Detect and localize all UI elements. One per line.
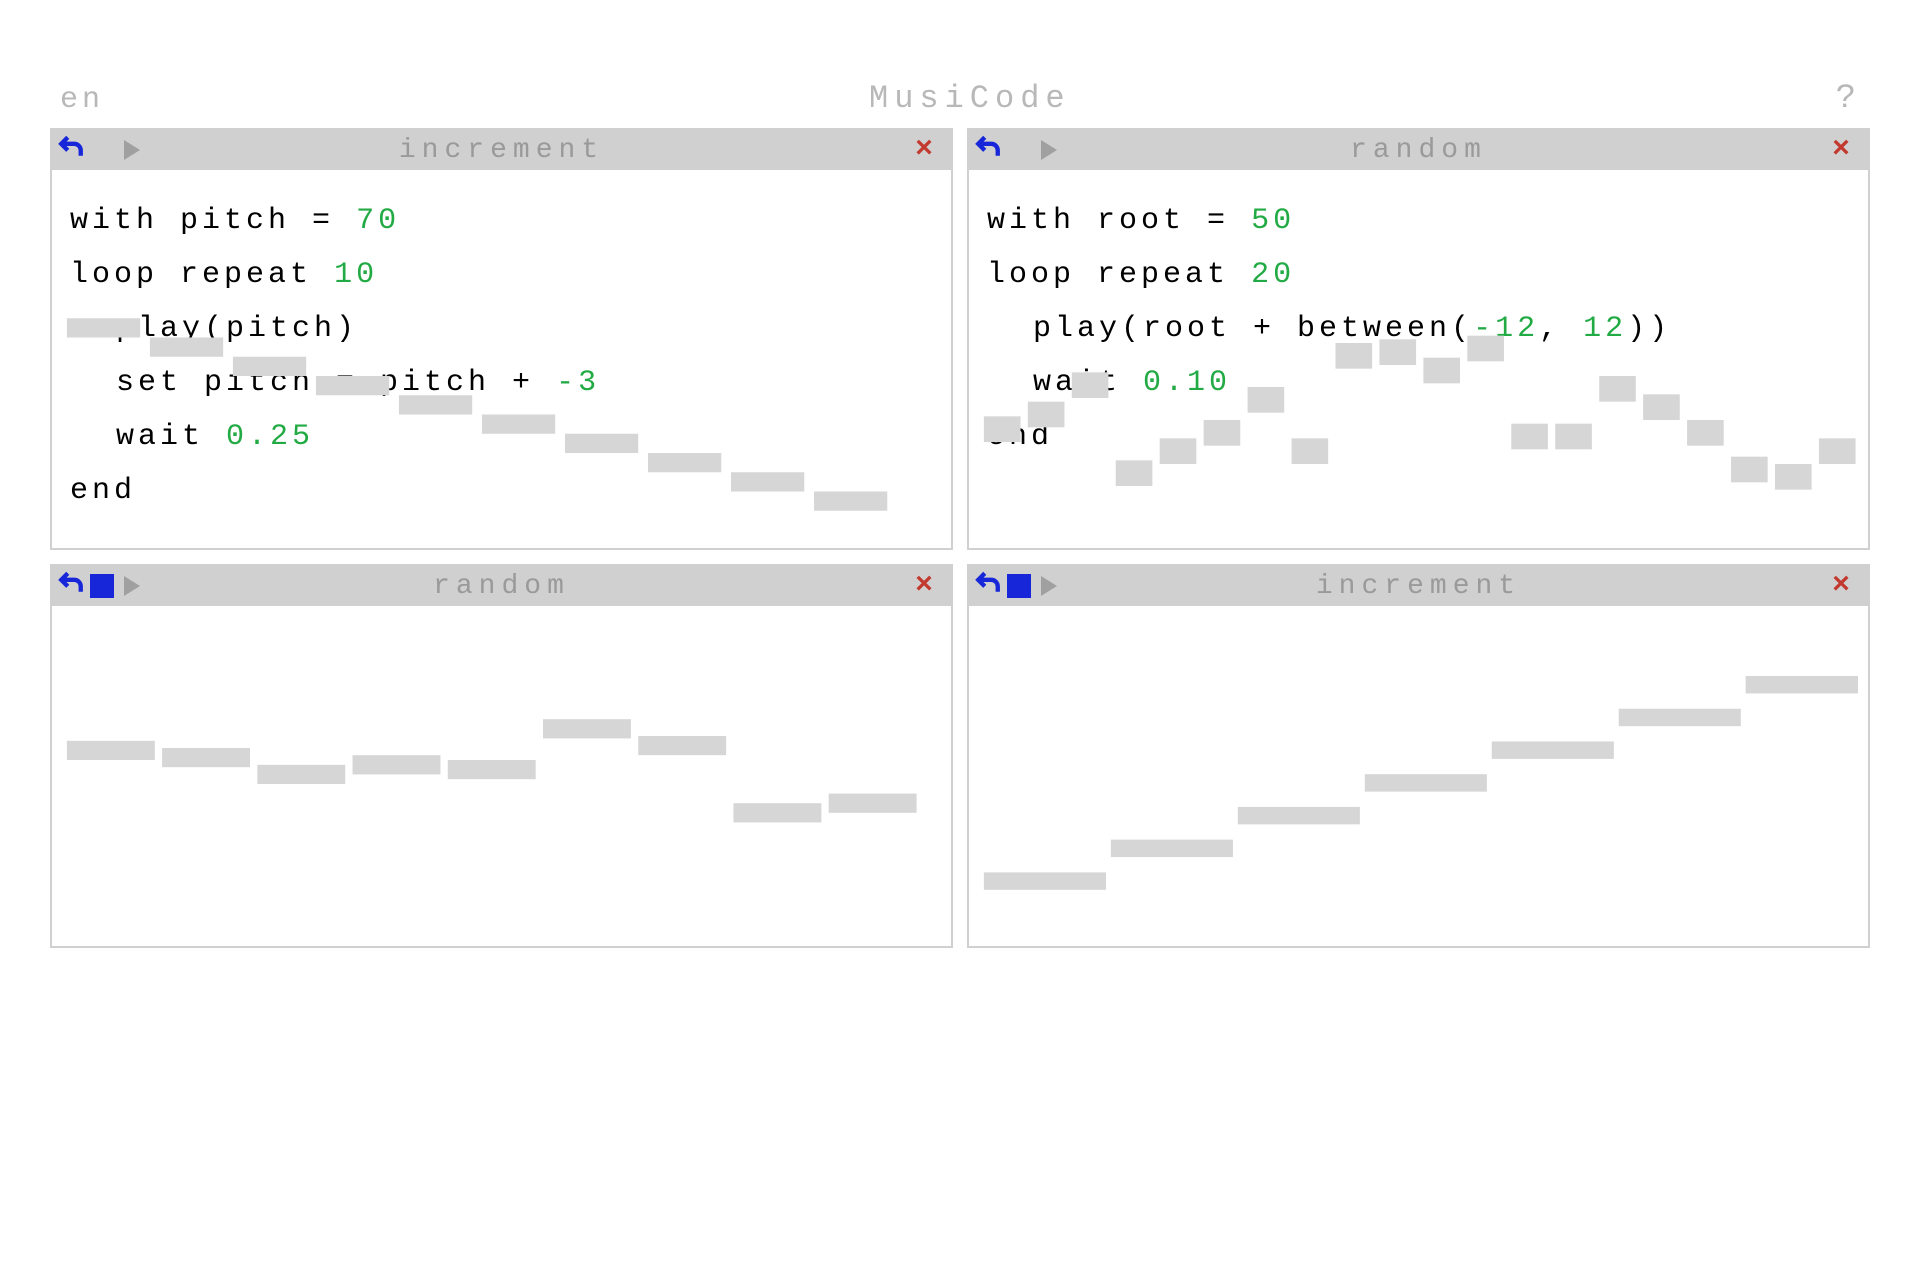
undo-icon[interactable] (975, 569, 1001, 604)
undo-icon[interactable] (975, 133, 1001, 168)
notes-viz (62, 310, 941, 530)
panel-title: random (969, 135, 1868, 166)
close-icon[interactable]: × (915, 569, 937, 603)
panel-header: random × (52, 566, 951, 606)
note-track (52, 310, 951, 530)
note-track (969, 310, 1868, 530)
panel-increment-blocks: increment × (967, 564, 1870, 948)
panel-grid: increment × with pitch = 70 loop repeat … (50, 128, 1870, 948)
undo-icon[interactable] (58, 569, 84, 604)
app-title: MusiCode (869, 80, 1071, 117)
lang-selector[interactable]: en (60, 83, 104, 117)
notes-viz (62, 676, 941, 916)
panel-random-code: random × with root = 50 loop repeat 20 p… (967, 128, 1870, 550)
panel-title: increment (52, 135, 951, 166)
play-icon[interactable] (124, 140, 140, 160)
block-view-icon[interactable] (1007, 574, 1031, 598)
undo-icon[interactable] (58, 133, 84, 168)
panel-random-blocks: random × (50, 564, 953, 948)
code-editor[interactable]: with pitch = 70 loop repeat 10 play(pitc… (52, 170, 951, 548)
code-line: with pitch = 70 (70, 194, 933, 248)
code-editor[interactable]: with root = 50 loop repeat 20 play(root … (969, 170, 1868, 510)
panel-title: random (52, 571, 951, 602)
block-editor[interactable] (969, 606, 1868, 946)
note-track (52, 676, 951, 916)
panel-header: increment × (969, 566, 1868, 606)
play-icon[interactable] (1041, 576, 1057, 596)
play-icon[interactable] (1041, 140, 1057, 160)
panel-header: increment × (52, 130, 951, 170)
panel-title: increment (969, 571, 1868, 602)
panel-increment-code: increment × with pitch = 70 loop repeat … (50, 128, 953, 550)
notes-viz (979, 676, 1858, 916)
close-icon[interactable]: × (915, 133, 937, 167)
panel-header: random × (969, 130, 1868, 170)
code-line: loop repeat 10 (70, 248, 933, 302)
code-line: loop repeat 20 (987, 248, 1850, 302)
note-track (969, 676, 1868, 916)
close-icon[interactable]: × (1832, 569, 1854, 603)
play-icon[interactable] (124, 576, 140, 596)
topbar: en MusiCode ? (50, 80, 1870, 128)
notes-viz (979, 310, 1858, 530)
block-view-icon[interactable] (90, 574, 114, 598)
code-line: with root = 50 (987, 194, 1850, 248)
help-button[interactable]: ? (1836, 80, 1860, 118)
close-icon[interactable]: × (1832, 133, 1854, 167)
block-editor[interactable] (52, 606, 951, 946)
